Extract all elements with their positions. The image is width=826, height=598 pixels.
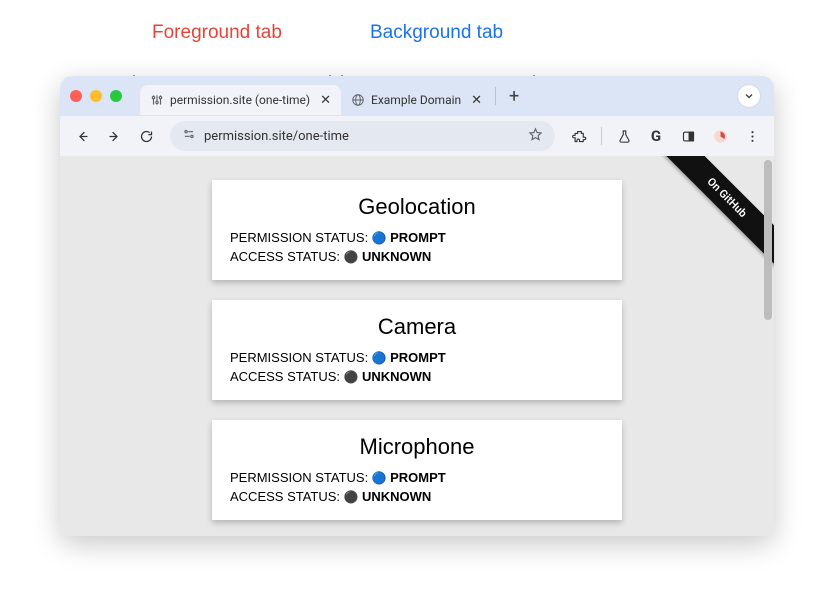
side-panel-button[interactable] bbox=[674, 122, 702, 150]
tab-list-dropdown-button[interactable] bbox=[738, 85, 760, 107]
extensions-button[interactable] bbox=[565, 122, 593, 150]
tab-background[interactable]: Example Domain ✕ bbox=[341, 85, 492, 115]
window-minimize-button[interactable] bbox=[90, 90, 102, 102]
access-status-row: ACCESS STATUS: ⚫ UNKNOWN bbox=[230, 249, 604, 264]
back-button[interactable] bbox=[68, 122, 96, 150]
permission-status-row: PERMISSION STATUS: 🔵 PROMPT bbox=[230, 230, 604, 245]
browser-window: permission.site (one-time) ✕ Example Dom… bbox=[60, 76, 774, 536]
globe-icon bbox=[351, 93, 365, 107]
page-viewport: On GitHub Geolocation PERMISSION STATUS:… bbox=[60, 156, 774, 536]
reload-button[interactable] bbox=[132, 122, 160, 150]
labs-button[interactable] bbox=[610, 122, 638, 150]
permission-status-row: PERMISSION STATUS: 🔵 PROMPT bbox=[230, 470, 604, 485]
card-title: Camera bbox=[230, 314, 604, 340]
window-controls bbox=[70, 90, 122, 102]
card-title: Microphone bbox=[230, 434, 604, 460]
tune-icon bbox=[150, 93, 164, 107]
address-bar-url: permission.site/one-time bbox=[204, 129, 520, 144]
tab-foreground[interactable]: permission.site (one-time) ✕ bbox=[140, 85, 341, 115]
window-maximize-button[interactable] bbox=[110, 90, 122, 102]
window-close-button[interactable] bbox=[70, 90, 82, 102]
profile-avatar[interactable] bbox=[706, 122, 734, 150]
access-status-row: ACCESS STATUS: ⚫ UNKNOWN bbox=[230, 369, 604, 384]
permission-card-camera[interactable]: Camera PERMISSION STATUS: 🔵 PROMPT ACCES… bbox=[212, 300, 622, 400]
annotation-background-label: Background tab bbox=[370, 22, 503, 44]
tab-separator bbox=[495, 87, 496, 105]
card-title: Geolocation bbox=[230, 194, 604, 220]
permission-status-row: PERMISSION STATUS: 🔵 PROMPT bbox=[230, 350, 604, 365]
site-settings-icon[interactable] bbox=[182, 127, 196, 145]
permission-card-geolocation[interactable]: Geolocation PERMISSION STATUS: 🔵 PROMPT … bbox=[212, 180, 622, 280]
annotation-foreground-label: Foreground tab bbox=[152, 22, 282, 44]
bookmark-star-icon[interactable] bbox=[528, 127, 543, 146]
scrollbar-thumb[interactable] bbox=[764, 160, 772, 320]
menu-button[interactable] bbox=[738, 122, 766, 150]
toolbar-separator bbox=[601, 127, 602, 145]
forward-button[interactable] bbox=[100, 122, 128, 150]
github-ribbon-text: On GitHub bbox=[650, 156, 774, 274]
tab-background-close-icon[interactable]: ✕ bbox=[471, 93, 482, 108]
access-status-row: ACCESS STATUS: ⚫ UNKNOWN bbox=[230, 489, 604, 504]
permission-card-microphone[interactable]: Microphone PERMISSION STATUS: 🔵 PROMPT A… bbox=[212, 420, 622, 520]
tab-foreground-close-icon[interactable]: ✕ bbox=[320, 93, 331, 108]
github-ribbon[interactable]: On GitHub bbox=[644, 156, 774, 286]
tab-background-title: Example Domain bbox=[371, 93, 461, 107]
tab-strip: permission.site (one-time) ✕ Example Dom… bbox=[60, 76, 774, 116]
toolbar: permission.site/one-time G bbox=[60, 116, 774, 156]
new-tab-button[interactable]: + bbox=[499, 86, 529, 107]
tab-foreground-title: permission.site (one-time) bbox=[170, 93, 310, 107]
address-bar[interactable]: permission.site/one-time bbox=[170, 121, 555, 151]
google-apps-button[interactable]: G bbox=[642, 122, 670, 150]
